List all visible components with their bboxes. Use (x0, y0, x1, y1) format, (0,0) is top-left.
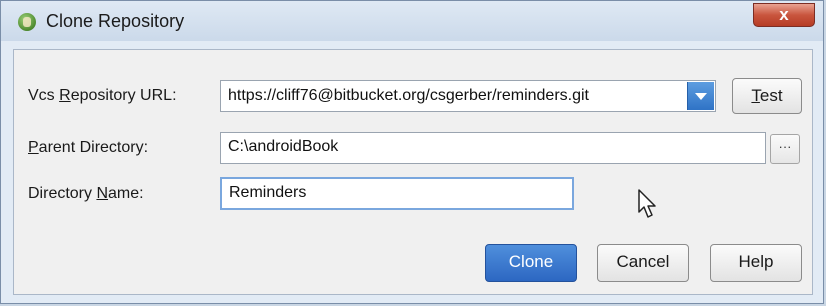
vcs-url-value: https://cliff76@bitbucket.org/csgerber/r… (228, 87, 589, 104)
android-studio-icon (18, 13, 36, 31)
vcs-url-label-post: epository URL: (70, 87, 177, 104)
directory-name-label: Directory Name: (28, 185, 144, 203)
cancel-button[interactable]: Cancel (597, 244, 689, 282)
dialog-title: Clone Repository (46, 11, 185, 31)
directory-name-label-mnemonic: N (96, 185, 109, 202)
test-button-rest: est (759, 86, 783, 105)
test-button[interactable]: Test (732, 78, 802, 114)
mouse-cursor-icon (638, 189, 656, 218)
dialog-content: Vcs Repository URL: https://cliff76@bitb… (13, 49, 813, 295)
directory-name-value: Reminders (229, 184, 307, 201)
title-bar[interactable]: Clone Repository x (1, 1, 823, 41)
directory-name-label-pre: Directory (28, 185, 97, 202)
clone-repository-dialog: Clone Repository x Vcs Repository URL: h… (0, 0, 824, 304)
parent-directory-value: C:\androidBook (228, 138, 339, 155)
clone-button[interactable]: Clone (485, 244, 577, 282)
vcs-url-label-mnemonic: R (59, 87, 71, 104)
vcs-url-label: Vcs Repository URL: (28, 87, 177, 105)
vcs-url-combobox[interactable]: https://cliff76@bitbucket.org/csgerber/r… (220, 80, 716, 112)
test-button-mnemonic: T (751, 86, 760, 105)
help-button[interactable]: Help (710, 244, 802, 282)
parent-directory-label-post: arent Directory: (38, 139, 149, 156)
directory-name-label-post: ame: (108, 185, 144, 202)
directory-name-field[interactable]: Reminders (220, 177, 574, 210)
parent-directory-label: Parent Directory: (28, 139, 148, 157)
chevron-down-icon[interactable] (687, 82, 714, 110)
browse-button[interactable]: ··· (770, 134, 800, 164)
vcs-url-label-pre: Vcs (28, 87, 60, 104)
parent-directory-label-mnemonic: P (28, 139, 39, 156)
close-button[interactable]: x (753, 3, 815, 27)
parent-directory-field[interactable]: C:\androidBook (220, 132, 766, 164)
